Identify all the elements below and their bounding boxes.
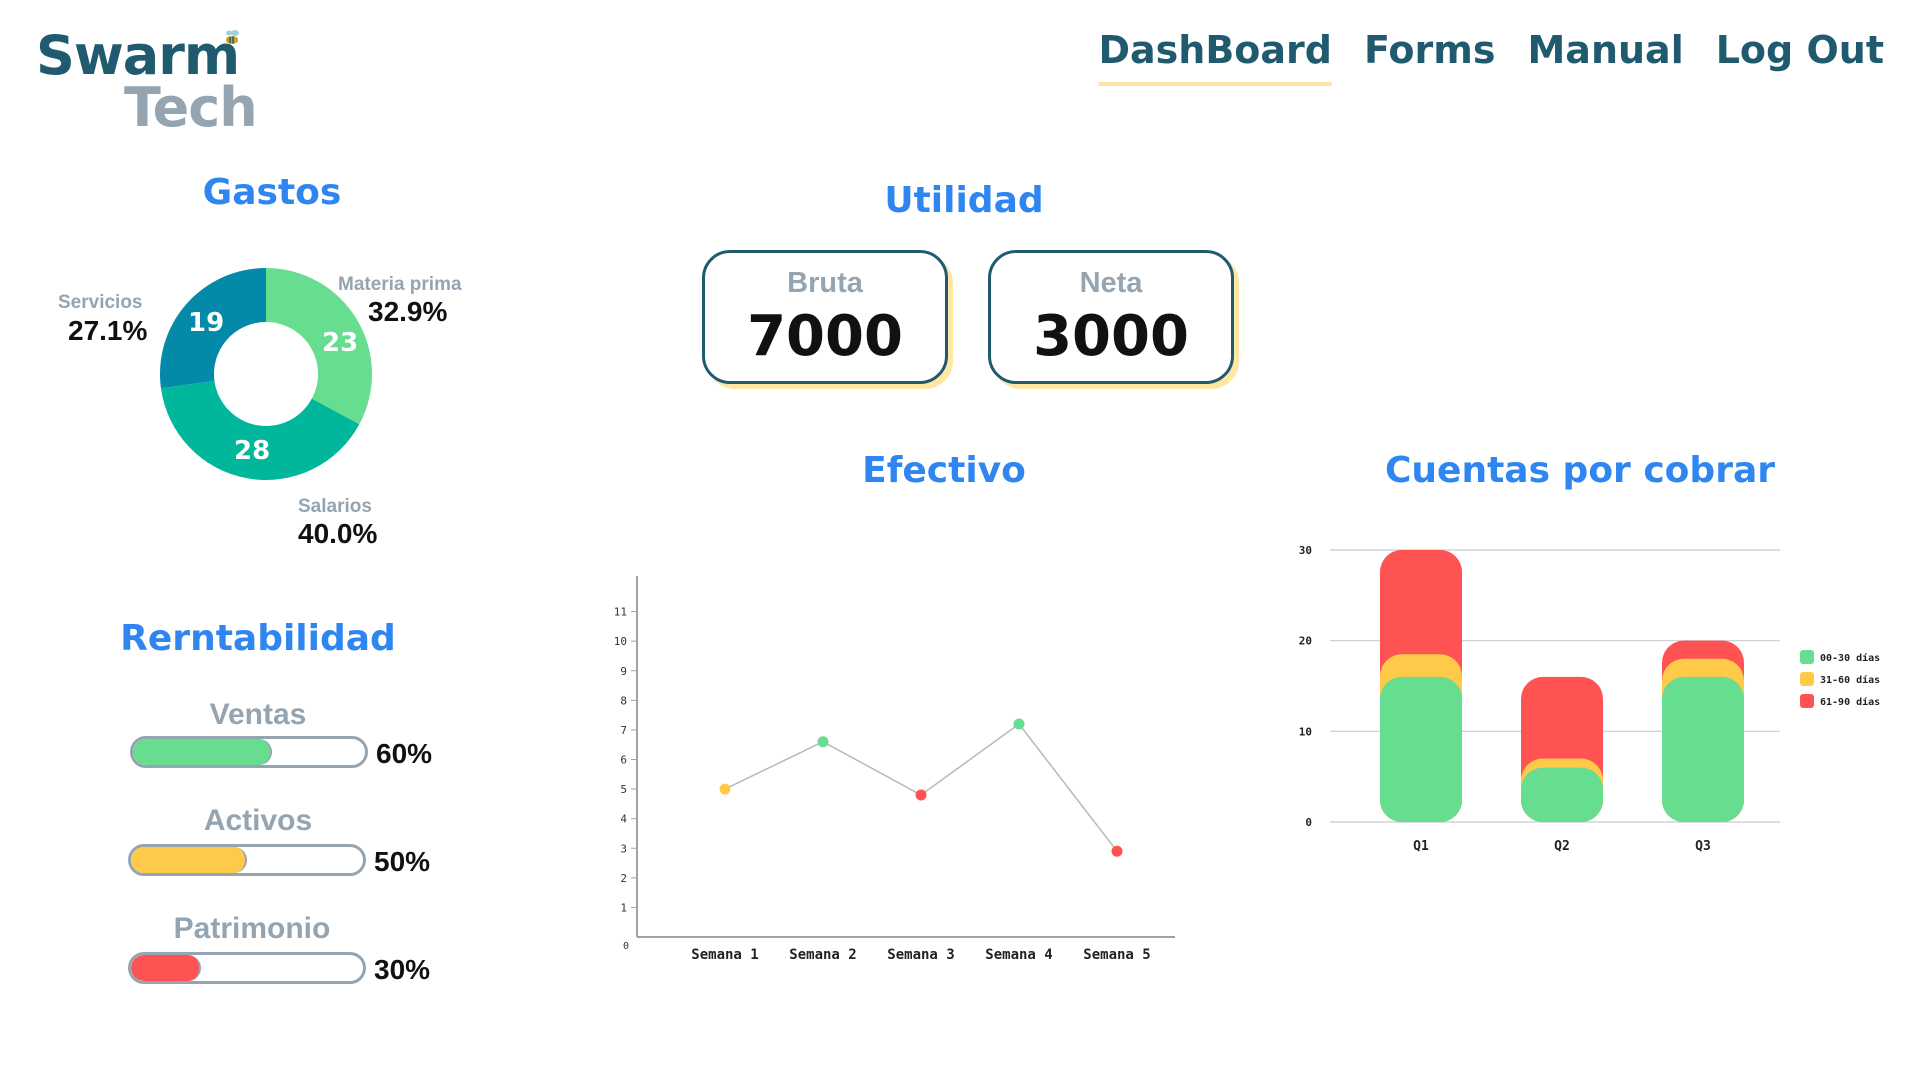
- utilidad-bruta-value: 7000: [747, 304, 903, 369]
- legend-swatch: [1800, 672, 1814, 686]
- bee-icon: [226, 30, 239, 44]
- bar-patrimonio-fill: [131, 955, 201, 981]
- legend-materia-name: Materia prima: [338, 274, 462, 295]
- utilidad-neta-card: Neta 3000: [988, 250, 1234, 384]
- bar-ventas-fill: [133, 739, 273, 765]
- bar-activos-pct: 50%: [374, 846, 431, 877]
- y-tick-label: 0: [623, 941, 629, 952]
- y-tick-label: 9: [620, 665, 627, 678]
- donut-value-materia: 23: [322, 328, 359, 358]
- utilidad-bruta-card: Bruta 7000: [702, 250, 948, 384]
- gastos-title: Gastos: [202, 172, 342, 213]
- legend-label: 31-60 días: [1820, 674, 1880, 686]
- y-tick-label: 30: [1299, 544, 1312, 557]
- y-tick-label: 6: [620, 754, 627, 767]
- y-tick-label: 20: [1299, 635, 1312, 648]
- legend-servicios-name: Servicios: [58, 292, 143, 313]
- nav-manual[interactable]: Manual: [1527, 28, 1683, 78]
- bar-patrimonio-pct: 30%: [374, 954, 431, 985]
- bar-segment-q2: [1521, 767, 1603, 822]
- x-tick-label: Q3: [1695, 839, 1711, 854]
- efectivo-line-chart: 0 1 2 3 4 5 6 7 8 9 10 11 Semana 1 Semana 2 Semana 3 Se…: [614, 576, 1175, 963]
- utilidad-neta-label: Neta: [1079, 267, 1143, 299]
- legend-label: 61-90 días: [1820, 696, 1880, 708]
- nav-log-out[interactable]: Log Out: [1716, 28, 1884, 78]
- cuentas-title: Cuentas por cobrar: [1385, 450, 1775, 491]
- efectivo-title: Efectivo: [862, 450, 1026, 491]
- x-tick-label: Semana 3: [887, 947, 954, 963]
- data-point: [817, 736, 829, 748]
- y-tick-label: 11: [614, 606, 627, 619]
- bar-patrimonio-label: Patrimonio: [173, 912, 331, 945]
- donut-value-servicios: 19: [188, 308, 225, 338]
- x-tick-label: Semana 5: [1083, 947, 1150, 963]
- bar-ventas-track: [130, 736, 368, 768]
- bar-activos-label: Activos: [203, 804, 313, 837]
- legend-salarios-pct: 40.0%: [298, 518, 378, 549]
- rentabilidad-title: Rerntabilidad: [120, 618, 396, 659]
- utilidad-neta-value: 3000: [1033, 304, 1189, 369]
- utilidad-title: Utilidad: [884, 180, 1044, 221]
- bar-activos-track: [128, 844, 366, 876]
- y-tick-label: 10: [1299, 725, 1312, 738]
- nav-forms[interactable]: Forms: [1364, 28, 1495, 78]
- nav-dashboard[interactable]: DashBoard: [1098, 28, 1332, 86]
- gastos-donut: 23 28 19: [160, 268, 372, 480]
- data-point: [719, 783, 731, 795]
- bar-segment-q1: [1380, 676, 1462, 822]
- x-tick-label: Semana 1: [691, 947, 758, 963]
- bar-ventas-label: Ventas: [209, 698, 307, 731]
- legend-swatch: [1800, 694, 1814, 708]
- donut-value-salarios: 28: [234, 436, 271, 466]
- series-line: [724, 722, 1118, 852]
- legend-materia-pct: 32.9%: [368, 296, 448, 327]
- bar-ventas-pct: 60%: [376, 738, 433, 769]
- y-tick-label: 4: [620, 813, 627, 826]
- x-tick-label: Semana 2: [789, 947, 856, 963]
- x-tick-label: Semana 4: [985, 947, 1052, 963]
- cuentas-bar-chart: 0 10 20 30 Q1 Q2 Q3 00-30 días 31-60 días 61-90 d…: [1299, 544, 1880, 854]
- data-point: [1111, 845, 1123, 857]
- x-tick-label: Q2: [1554, 839, 1570, 854]
- bar-segment-q3: [1662, 676, 1744, 822]
- legend-swatch: [1800, 650, 1814, 664]
- data-point: [1013, 718, 1025, 730]
- legend-salarios-name: Salarios: [298, 496, 372, 517]
- bar-patrimonio-track: [128, 952, 366, 984]
- bar-activos-fill: [131, 847, 247, 873]
- top-nav: DashBoard Forms Manual Log Out: [1098, 28, 1884, 86]
- y-tick-label: 5: [620, 783, 627, 796]
- x-tick-label: Q1: [1413, 839, 1429, 854]
- y-tick-label: 2: [620, 872, 627, 885]
- y-tick-label: 8: [620, 694, 627, 707]
- y-tick-label: 1: [620, 901, 627, 914]
- logo-text-tech: Tech: [124, 76, 258, 139]
- logo[interactable]: Swarm Tech: [36, 26, 266, 139]
- data-point: [915, 789, 927, 801]
- utilidad-bruta-label: Bruta: [787, 267, 863, 299]
- y-tick-label: 10: [614, 635, 627, 648]
- y-tick-label: 7: [620, 724, 627, 737]
- legend-servicios-pct: 27.1%: [68, 315, 148, 346]
- y-tick-label: 0: [1305, 816, 1312, 829]
- y-tick-label: 3: [620, 842, 627, 855]
- legend-label: 00-30 días: [1820, 652, 1880, 664]
